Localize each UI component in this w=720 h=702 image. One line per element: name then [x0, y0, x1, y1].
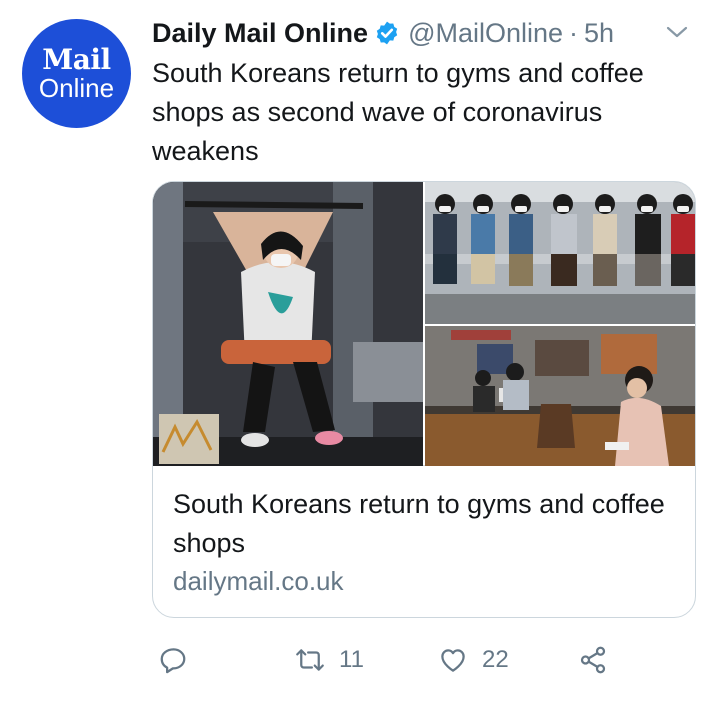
share-button[interactable] [578, 640, 608, 680]
reply-icon [160, 648, 186, 674]
tweet-actions: 11 22 [0, 640, 720, 680]
author-name[interactable]: Daily Mail Online [152, 18, 368, 49]
tweet[interactable]: Mail Online Daily Mail Online @MailOnlin… [0, 0, 720, 702]
retweet-icon [296, 649, 324, 671]
separator-dot: · [569, 17, 579, 48]
retweet-count: 11 [339, 646, 364, 673]
tweet-text: South Koreans return to gyms and coffee … [152, 58, 644, 166]
coffee-shop-photo [425, 326, 695, 466]
chevron-down-icon[interactable] [664, 22, 690, 42]
avatar[interactable]: Mail Online [22, 19, 131, 128]
author-handle[interactable]: @MailOnline [408, 18, 563, 49]
retweet-button[interactable]: 11 [295, 640, 364, 680]
verified-badge-icon [376, 21, 398, 45]
woman-at-gym-photo [153, 182, 423, 466]
link-card[interactable]: South Koreans return to gyms and coffee … [152, 181, 696, 618]
card-title: South Koreans return to gyms and coffee … [173, 489, 665, 558]
heart-icon [441, 649, 465, 672]
reply-button[interactable] [158, 640, 188, 680]
like-button[interactable]: 22 [438, 640, 509, 680]
tweet-timestamp[interactable]: 5h [584, 18, 614, 49]
like-count: 22 [482, 646, 509, 673]
subway-passengers-photo [425, 182, 695, 324]
card-domain: dailymail.co.uk [173, 566, 344, 596]
card-media[interactable] [153, 182, 695, 466]
avatar-logo-line1: Mail [42, 42, 111, 76]
share-icon [580, 646, 606, 674]
avatar-logo-line2: Online [38, 72, 115, 103]
tweet-header: Daily Mail Online @MailOnline · 5h [152, 14, 614, 52]
